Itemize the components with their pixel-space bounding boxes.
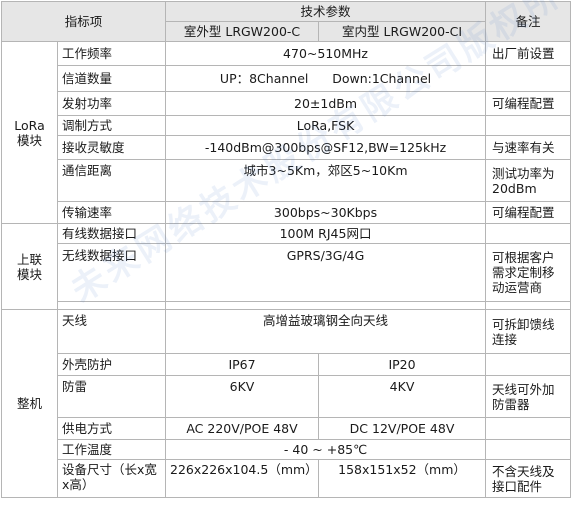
row-value: UP：8Channel Down:1Channel (165, 65, 487, 92)
row-note (485, 65, 572, 92)
spec-table: 指标项 技术参数 备注 室外型 LRGW200-C 室内型 LRGW200-CI… (0, 1, 572, 498)
row-note: 与速率有关 (485, 135, 572, 160)
row-value: 470~510MHz (165, 41, 487, 66)
row-note: 出厂前设置 (485, 41, 572, 66)
row-indoor: IP20 (318, 353, 487, 376)
table-row: 整机 天线 高增益玻璃钢全向天线 可拆卸馈线连接 (1, 309, 572, 498)
table-row: 接收灵敏度 -140dBm@300bps@SF12,BW=125kHz 与速率有… (2, 135, 572, 160)
row-value: 20±1dBm (165, 91, 487, 116)
table-row: LoRa 模块 工作频率 470~510MHz 出厂前设置 (1, 41, 572, 224)
row-outdoor: 6KV (165, 375, 320, 418)
table-row: 供电方式 AC 220V/POE 48V DC 12V/POE 48V (2, 417, 572, 440)
row-name: 工作频率 (56, 41, 167, 66)
row-note: 测试功率为20dBm (485, 159, 572, 202)
table-row: 调制方式 LoRa,FSK (2, 115, 572, 136)
row-name: 传输速率 (56, 201, 167, 224)
row-value: 300bps~30Kbps (165, 201, 487, 224)
row-value: GPRS/3G/4G (165, 243, 487, 302)
row-name: 设备尺寸（长x宽x高） (56, 459, 167, 498)
row-indoor: 4KV (318, 375, 487, 418)
row-name: 信道数量 (56, 65, 167, 92)
row-note (485, 115, 572, 136)
header-item: 指标项 (0, 1, 167, 42)
row-name: 天线 (56, 309, 167, 354)
row-value: 城市3~5Km，郊区5~10Km (165, 159, 487, 202)
table-row: 传输速率 300bps~30Kbps 可编程配置 (2, 201, 572, 224)
table-row: 通信距离 城市3~5Km，郊区5~10Km 测试功率为20dBm (2, 159, 572, 202)
row-value: -140dBm@300bps@SF12,BW=125kHz (165, 135, 487, 160)
header-note: 备注 (485, 1, 572, 42)
row-note: 可根据客户需求定制移动运营商 (485, 243, 572, 302)
row-note (485, 417, 572, 440)
table-row: 上联 模块 有线数据接口 100M RJ45网口 (1, 223, 572, 310)
row-name: 无线数据接口 (56, 243, 167, 302)
row-note (485, 223, 572, 244)
table-row: 工作温度 - 40 ~ +85℃ (2, 439, 572, 460)
row-name: 防雷 (56, 375, 167, 418)
row-value: 高增益玻璃钢全向天线 (165, 309, 487, 354)
row-value: 100M RJ45网口 (165, 223, 487, 244)
row-note: 天线可外加防雷器 (485, 375, 572, 418)
group-uplink: 上联 模块 (1, 223, 58, 310)
header-row: 指标项 技术参数 备注 (0, 1, 572, 42)
row-note: 可编程配置 (485, 91, 572, 116)
row-indoor: DC 12V/POE 48V (318, 417, 487, 440)
row-name: 工作温度 (56, 439, 167, 460)
row-name: 外壳防护 (56, 353, 167, 376)
row-note: 可编程配置 (485, 201, 572, 224)
row-name: 有线数据接口 (56, 223, 167, 244)
table-row: 信道数量 UP：8Channel Down:1Channel (2, 65, 572, 92)
row-name: 发射功率 (56, 91, 167, 116)
row-note: 可拆卸馈线连接 (485, 309, 572, 354)
spacer-row (2, 301, 572, 310)
table-row: 设备尺寸（长x宽x高） 226x226x104.5（mm） 158x151x52… (2, 459, 572, 498)
table-row: 发射功率 20±1dBm 可编程配置 (2, 91, 572, 116)
header-outdoor: 室外型 LRGW200-C (165, 21, 320, 42)
row-indoor: 158x151x52（mm） (318, 459, 487, 498)
row-outdoor: 226x226x104.5（mm） (165, 459, 320, 498)
table-row: 无线数据接口 GPRS/3G/4G 可根据客户需求定制移动运营商 (2, 243, 572, 302)
row-value: - 40 ~ +85℃ (165, 439, 487, 460)
table-row: 外壳防护 IP67 IP20 (2, 353, 572, 376)
row-value: LoRa,FSK (165, 115, 487, 136)
row-name: 接收灵敏度 (56, 135, 167, 160)
row-name: 供电方式 (56, 417, 167, 440)
group-lora: LoRa 模块 (1, 41, 58, 224)
table-row: 防雷 6KV 4KV 天线可外加防雷器 (2, 375, 572, 418)
header-indoor: 室内型 LRGW200-CI (318, 21, 487, 42)
row-note: 不含天线及接口配件 (485, 459, 572, 498)
group-unit: 整机 (1, 309, 58, 498)
row-name: 调制方式 (56, 115, 167, 136)
row-outdoor: AC 220V/POE 48V (165, 417, 320, 440)
header-spec: 技术参数 (165, 1, 487, 22)
row-name: 通信距离 (56, 159, 167, 202)
row-note (485, 353, 572, 376)
row-note (485, 439, 572, 460)
row-outdoor: IP67 (165, 353, 320, 376)
